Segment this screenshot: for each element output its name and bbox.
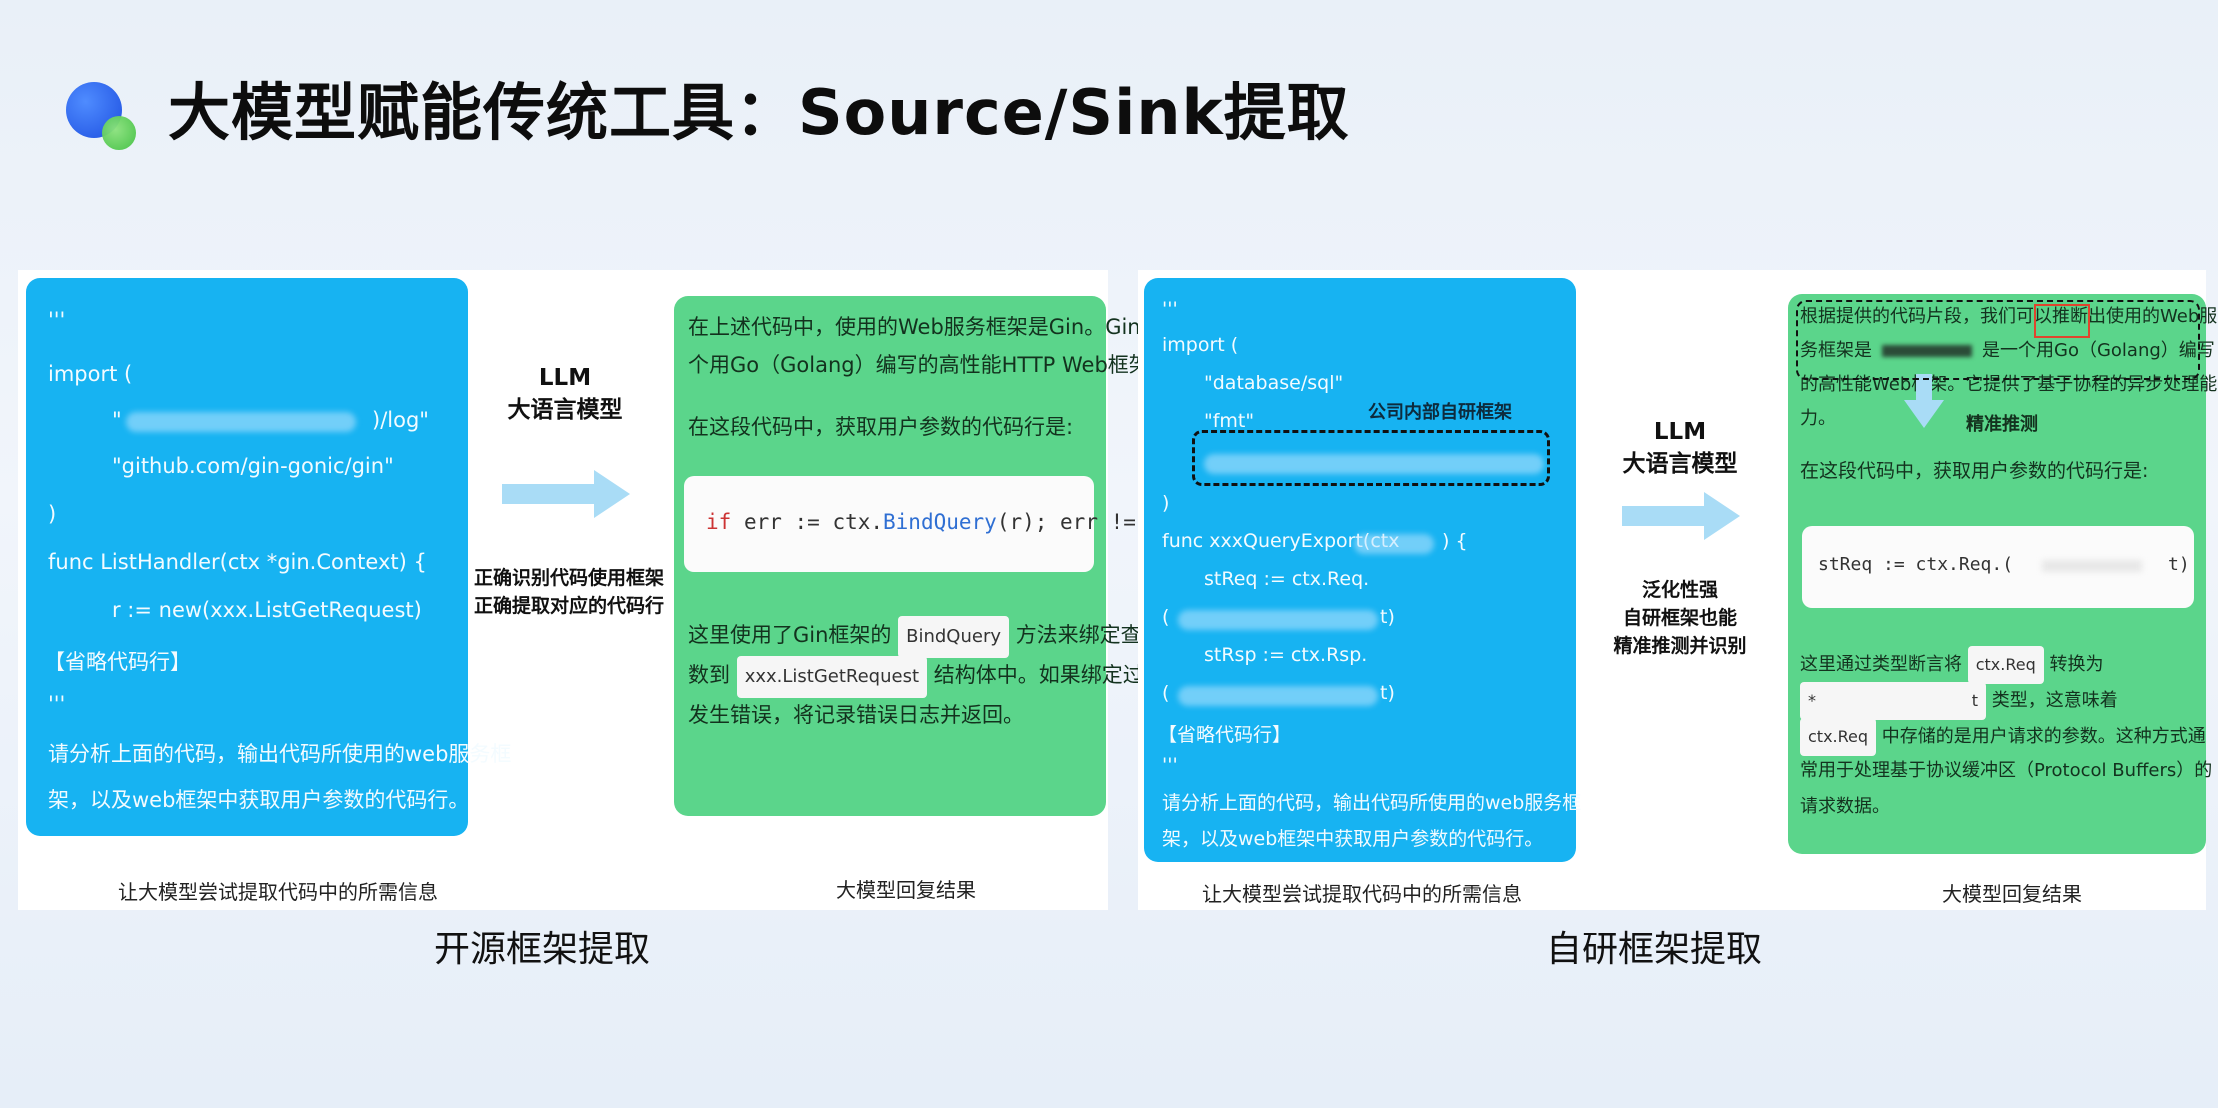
reply-text: 力。 (1800, 408, 1836, 429)
code-line: )/log" (372, 408, 429, 432)
section-label-open-source: 开源框架提取 (434, 929, 651, 970)
reply-text: 在上述代码中，使用的Web服务框架是Gin。Gin是一 (688, 315, 1183, 339)
redacted-text (1354, 534, 1434, 554)
redacted-text (1178, 686, 1378, 706)
brand-logo-icon (66, 82, 136, 152)
code-line: " (112, 408, 122, 432)
code-line: "fmt" (1204, 410, 1255, 432)
code-line: ) (48, 502, 57, 526)
code-line: ( (1162, 606, 1170, 628)
reply-text: 这里使用了Gin框架的 BindQuery 方法来绑定查询参 (688, 616, 1184, 658)
redacted-text (1178, 610, 1378, 630)
code-line: t) (1380, 682, 1395, 704)
reply-text: 在这段代码中，获取用户参数的代码行是: (688, 415, 1074, 439)
redacted-text (2042, 560, 2142, 572)
code-line: ) (1162, 492, 1170, 514)
input-caption: 让大模型尝试提取代码中的所需信息 (118, 880, 438, 904)
prompt-text: 请分析上面的代码，输出代码所使用的web服务框 (48, 742, 512, 766)
arrow-down-icon (1904, 374, 1944, 428)
section-label-in-house: 自研框架提取 (1546, 929, 1763, 970)
reply-text: ctx.Req 中存储的是用户请求的参数。这种方式通 (1800, 718, 2206, 756)
output-caption: 大模型回复结果 (836, 878, 976, 902)
inline-code-chip: ctx.Req (1967, 646, 2044, 684)
prompt-code-box: ''' import ( " )/log" "github.com/gin-go… (26, 278, 511, 836)
code-line: "database/sql" (1204, 372, 1344, 394)
internal-framework-label: 公司内部自研框架 (1368, 402, 1512, 423)
internal-framework-highlight (1192, 430, 1550, 486)
reply-text: 个用Go（Golang）编写的高性能HTTP Web框架。 (688, 353, 1171, 377)
inline-code-chip: ctx.Req (1800, 718, 1877, 756)
reply-text: 数到 xxx.ListGetRequest 结构体中。如果绑定过程中 (688, 656, 1186, 698)
prompt-text: 请分析上面的代码，输出代码所使用的web服务框 (1162, 792, 1582, 814)
inline-code-chip: xxx.ListGetRequest (736, 656, 928, 698)
code-line: ''' (48, 692, 66, 716)
input-caption: 让大模型尝试提取代码中的所需信息 (1202, 882, 1522, 906)
code-line: t) (1380, 606, 1395, 628)
reply-text: 常用于处理基于协议缓冲区（Protocol Buffers）的 (1800, 760, 2213, 781)
result-note: 正确识别代码使用框架 正确提取对应的代码行 (474, 567, 665, 617)
result-note: 泛化性强 自研框架也能 精准推测并识别 (1613, 579, 1747, 657)
code-line: 【省略代码行】 (1158, 724, 1292, 746)
code-line: ) { (1442, 530, 1468, 552)
code-line: stReq := ctx.Req. (1204, 568, 1370, 590)
prompt-text: 架，以及web框架中获取用户参数的代码行。 (1162, 828, 1544, 850)
code-line: 【省略代码行】 (44, 650, 191, 674)
prompt-code-box: ''' import ( "database/sql" "fmt" 公司内部自研… (1144, 278, 1581, 862)
inference-highlight (1796, 300, 2200, 380)
code-line: import ( (1162, 334, 1239, 356)
code-line: func ListHandler(ctx *gin.Context) { (48, 550, 427, 574)
reply-code-box: if err := ctx.BindQuery(r); err != nil { (684, 476, 1212, 572)
reply-text: * t 类型，这意味着 (1800, 682, 2118, 720)
code-line: stRsp := ctx.Rsp. (1204, 644, 1368, 666)
output-caption: 大模型回复结果 (1942, 882, 2082, 906)
code-line: ''' (1162, 754, 1178, 776)
in-house-figure: ''' import ( "database/sql" "fmt" 公司内部自研… (1138, 270, 2217, 910)
reply-text: 在这段代码中，获取用户参数的代码行是: (1800, 460, 2149, 482)
reply-code-line: stReq := ctx.Req.( (1818, 554, 2014, 575)
code-line: ''' (1162, 298, 1178, 320)
arrow-right-icon (502, 470, 630, 518)
arrow-right-icon (1622, 492, 1740, 540)
reply-code-line: if err := ctx.BindQuery(r); err != nil { (706, 510, 1212, 534)
inline-code-chip: * t (1800, 682, 1986, 720)
infer-label: 精准推测 (1966, 414, 2038, 435)
slide-title: 大模型赋能传统工具：Source/Sink提取 (168, 76, 1350, 149)
llm-label: LLM 大语言模型 (1622, 419, 1738, 477)
redacted-text (126, 412, 356, 432)
code-line: ( (1162, 682, 1170, 704)
inline-code-chip: BindQuery (898, 616, 1009, 658)
reply-text: 这里通过类型断言将 ctx.Req 转换为 (1800, 646, 2104, 684)
code-line: ''' (48, 308, 66, 332)
open-source-figure: ''' import ( " )/log" "github.com/gin-go… (18, 270, 1212, 910)
code-line: r := new(xxx.ListGetRequest) (112, 598, 422, 622)
llm-reply-box: 在上述代码中，使用的Web服务框架是Gin。Gin是一 个用Go（Golang）… (674, 296, 1212, 816)
code-line: "github.com/gin-gonic/gin" (112, 454, 394, 478)
reply-code-box: stReq := ctx.Req.( t) (1802, 526, 2194, 608)
inference-keyword-highlight (2034, 304, 2090, 338)
reply-text: 请求数据。 (1800, 796, 1890, 817)
reply-text: 发生错误，将记录错误日志并返回。 (688, 703, 1024, 727)
llm-label: LLM 大语言模型 (507, 365, 623, 423)
reply-code-line: t) (2168, 554, 2190, 575)
code-line: import ( (48, 362, 133, 386)
prompt-text: 架，以及web框架中获取用户参数的代码行。 (48, 788, 470, 812)
